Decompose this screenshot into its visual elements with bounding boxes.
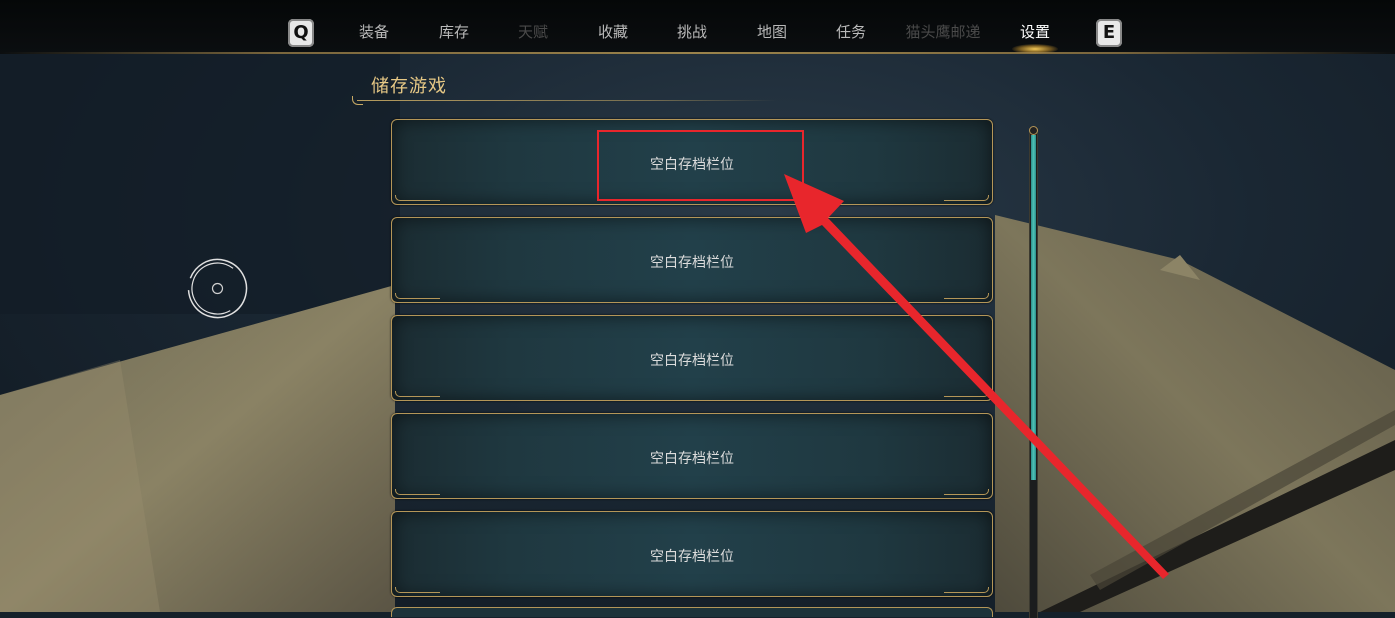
save-slot-5[interactable]: 空白存档栏位 [391, 511, 993, 597]
tab-map[interactable]: 地图 [750, 21, 794, 43]
save-slot-label: 空白存档栏位 [650, 255, 734, 271]
annotation-highlight-box [597, 130, 804, 201]
save-slot-4[interactable]: 空白存档栏位 [391, 413, 993, 499]
save-slot-label: 空白存档栏位 [650, 549, 734, 565]
ornament-left-icon [395, 293, 440, 299]
cursor-reticle-icon [187, 258, 248, 319]
ornament-left-icon [395, 587, 440, 593]
tab-challenges[interactable]: 挑战 [670, 21, 714, 43]
tab-inventory[interactable]: 库存 [432, 21, 476, 43]
tab-quests[interactable]: 任务 [829, 21, 873, 43]
title-underline [357, 100, 777, 101]
scrollbar-cap-icon [1029, 126, 1038, 135]
ornament-left-icon [395, 489, 440, 495]
scrollbar-thumb[interactable] [1031, 135, 1036, 480]
ornament-right-icon [944, 489, 989, 495]
save-slot-label: 空白存档栏位 [650, 451, 734, 467]
ornament-right-icon [944, 587, 989, 593]
save-slot-6[interactable] [391, 607, 993, 617]
tab-equipment[interactable]: 装备 [352, 21, 396, 43]
save-slot-2[interactable]: 空白存档栏位 [391, 217, 993, 303]
e-key-icon[interactable]: E [1096, 19, 1122, 47]
ornament-left-icon [395, 195, 440, 201]
tab-collections[interactable]: 收藏 [591, 21, 635, 43]
ornament-left-icon [395, 391, 440, 397]
tab-talents: 天赋 [517, 23, 548, 41]
ornament-right-icon [944, 293, 989, 299]
save-slot-3[interactable]: 空白存档栏位 [391, 315, 993, 401]
tab-owl-post: 猫头鹰邮递 [905, 23, 981, 41]
top-navigation-bar: Q 装备 库存 天赋 收藏 挑战 地图 任务 猫头鹰邮递 设置 E [0, 0, 1395, 54]
ornament-right-icon [944, 391, 989, 397]
section-title: 储存游戏 [371, 76, 447, 97]
tab-settings[interactable]: 设置 [1013, 21, 1057, 43]
q-key-icon[interactable]: Q [288, 19, 314, 47]
topbar-divider [0, 52, 1395, 54]
ornament-right-icon [944, 195, 989, 201]
save-slot-label: 空白存档栏位 [650, 353, 734, 369]
